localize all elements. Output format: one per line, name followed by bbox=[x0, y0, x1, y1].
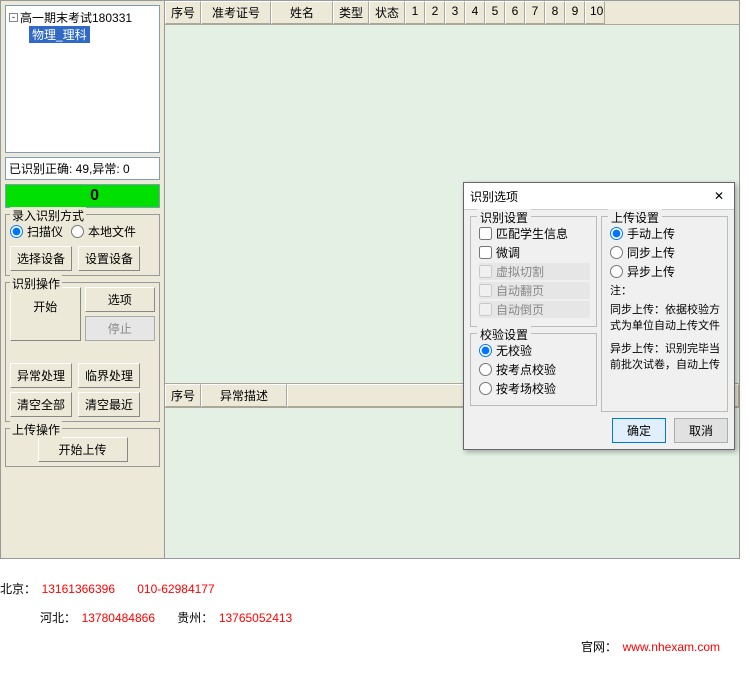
col-8[interactable]: 8 bbox=[545, 1, 565, 24]
col-5[interactable]: 5 bbox=[485, 1, 505, 24]
verify-settings-fieldset: 校验设置 无校验 按考点校验 按考场校验 bbox=[470, 333, 597, 406]
col-state[interactable]: 状态 bbox=[369, 1, 405, 24]
radio-local-file[interactable]: 本地文件 bbox=[71, 223, 136, 240]
col-seq[interactable]: 序号 bbox=[165, 1, 201, 24]
col-1[interactable]: 1 bbox=[405, 1, 425, 24]
lower-col-desc[interactable]: 异常描述 bbox=[201, 384, 287, 407]
dialog-titlebar[interactable]: 识别选项 ✕ bbox=[464, 183, 734, 210]
chk-auto-page: 自动翻页 bbox=[479, 282, 590, 299]
abnormal-handle-button[interactable]: 异常处理 bbox=[10, 363, 72, 388]
verify-settings-legend: 校验设置 bbox=[477, 326, 531, 343]
chk-match-student[interactable]: 匹配学生信息 bbox=[479, 225, 590, 242]
recognition-status: 已识别正确: 49,异常: 0 bbox=[5, 157, 160, 180]
radio-no-verify[interactable]: 无校验 bbox=[479, 342, 590, 359]
col-7[interactable]: 7 bbox=[525, 1, 545, 24]
upload-settings-legend: 上传设置 bbox=[608, 209, 662, 226]
radio-scanner[interactable]: 扫描仪 bbox=[10, 223, 63, 240]
recognition-options-dialog: 识别选项 ✕ 识别设置 匹配学生信息 微调 虚拟切割 自动翻页 自动倒页 校验设… bbox=[463, 182, 735, 450]
input-mode-legend: 录入识别方式 bbox=[10, 207, 86, 224]
chk-match-label: 匹配学生信息 bbox=[496, 225, 568, 242]
tree-root-label: 高一期末考试180331 bbox=[20, 9, 132, 26]
select-device-button[interactable]: 选择设备 bbox=[10, 246, 72, 271]
col-exam-no[interactable]: 准考证号 bbox=[201, 1, 271, 24]
upload-note-sync: 同步上传：依据校验方式为单位自动上传文件 bbox=[610, 303, 721, 334]
upload-ops-fieldset: 上传操作 开始上传 bbox=[5, 428, 160, 467]
cancel-button[interactable]: 取消 bbox=[674, 418, 728, 443]
bj-phone: 13161366396 bbox=[42, 582, 115, 596]
col-3[interactable]: 3 bbox=[445, 1, 465, 24]
contact-info: 北京： 13161366396 010-62984177 河北： 1378048… bbox=[0, 570, 750, 663]
clear-recent-button[interactable]: 清空最近 bbox=[78, 392, 140, 417]
bj-label: 北京： bbox=[0, 582, 36, 596]
input-mode-fieldset: 录入识别方式 扫描仪 本地文件 选择设备 设置设备 bbox=[5, 214, 160, 276]
tree-child-node[interactable]: 物理_理科 bbox=[29, 26, 90, 43]
setup-device-button[interactable]: 设置设备 bbox=[78, 246, 140, 271]
chk-virtual-cut: 虚拟切割 bbox=[479, 263, 590, 280]
col-9[interactable]: 9 bbox=[565, 1, 585, 24]
chk-fine-label: 微调 bbox=[496, 244, 520, 261]
radio-async-upload[interactable]: 异步上传 bbox=[610, 263, 721, 280]
gz-label: 贵州： bbox=[177, 611, 213, 625]
radio-manual-label: 手动上传 bbox=[627, 225, 675, 242]
recog-settings-fieldset: 识别设置 匹配学生信息 微调 虚拟切割 自动翻页 自动倒页 bbox=[470, 216, 597, 327]
radio-verify-point[interactable]: 按考点校验 bbox=[479, 361, 590, 378]
dialog-title-text: 识别选项 bbox=[470, 188, 518, 205]
radio-sync-upload[interactable]: 同步上传 bbox=[610, 244, 721, 261]
site-url: www.nhexam.com bbox=[623, 640, 720, 654]
tree-root-node[interactable]: - 高一期末考试180331 bbox=[9, 9, 156, 26]
recog-settings-legend: 识别设置 bbox=[477, 209, 531, 226]
exam-tree[interactable]: - 高一期末考试180331 物理_理科 bbox=[5, 5, 160, 153]
tree-expander-icon[interactable]: - bbox=[9, 13, 18, 22]
radio-async-label: 异步上传 bbox=[627, 263, 675, 280]
main-table-header: 序号 准考证号 姓名 类型 状态 1 2 3 4 5 6 7 8 9 10 bbox=[165, 1, 739, 25]
upload-note-async: 异步上传：识别完毕当前批次试卷，自动上传 bbox=[610, 342, 721, 373]
col-name[interactable]: 姓名 bbox=[271, 1, 333, 24]
chk-auto-back: 自动倒页 bbox=[479, 301, 590, 318]
chk-autoback-label: 自动倒页 bbox=[496, 301, 544, 318]
chk-fine-tune[interactable]: 微调 bbox=[479, 244, 590, 261]
chk-vcut-label: 虚拟切割 bbox=[496, 263, 544, 280]
col-6[interactable]: 6 bbox=[505, 1, 525, 24]
radio-verify-site[interactable]: 按考场校验 bbox=[479, 380, 590, 397]
radio-no-verify-label: 无校验 bbox=[496, 342, 532, 359]
critical-handle-button[interactable]: 临界处理 bbox=[78, 363, 140, 388]
bj-tel: 010-62984177 bbox=[137, 582, 214, 596]
hb-label: 河北： bbox=[40, 611, 76, 625]
ok-button[interactable]: 确定 bbox=[612, 418, 666, 443]
col-10[interactable]: 10 bbox=[585, 1, 605, 24]
upload-settings-fieldset: 上传设置 手动上传 同步上传 异步上传 注： 同步上传：依据校验方式为单位自动上… bbox=[601, 216, 728, 412]
recognition-ops-fieldset: 识别操作 开始 选项 停止 异常处理 临界处理 清空全部 清空最近 bbox=[5, 282, 160, 422]
radio-manual-upload[interactable]: 手动上传 bbox=[610, 225, 721, 242]
options-button[interactable]: 选项 bbox=[85, 287, 156, 312]
upload-note-label: 注： bbox=[610, 284, 721, 299]
col-type[interactable]: 类型 bbox=[333, 1, 369, 24]
upload-ops-legend: 上传操作 bbox=[10, 421, 62, 438]
radio-sync-label: 同步上传 bbox=[627, 244, 675, 261]
hb-phone: 13780484866 bbox=[82, 611, 155, 625]
site-label: 官网： bbox=[581, 640, 617, 654]
radio-scanner-label: 扫描仪 bbox=[27, 223, 63, 240]
gz-phone: 13765052413 bbox=[219, 611, 292, 625]
radio-site-label: 按考场校验 bbox=[496, 380, 556, 397]
counter-display: 0 bbox=[5, 184, 160, 208]
left-panel: - 高一期末考试180331 物理_理科 已识别正确: 49,异常: 0 0 录… bbox=[1, 1, 165, 558]
chk-autopage-label: 自动翻页 bbox=[496, 282, 544, 299]
start-button[interactable]: 开始 bbox=[10, 287, 81, 341]
lower-col-seq[interactable]: 序号 bbox=[165, 384, 201, 407]
radio-local-label: 本地文件 bbox=[88, 223, 136, 240]
app-window: - 高一期末考试180331 物理_理科 已识别正确: 49,异常: 0 0 录… bbox=[0, 0, 740, 559]
col-2[interactable]: 2 bbox=[425, 1, 445, 24]
clear-all-button[interactable]: 清空全部 bbox=[10, 392, 72, 417]
close-icon[interactable]: ✕ bbox=[710, 187, 728, 205]
start-upload-button[interactable]: 开始上传 bbox=[38, 437, 128, 462]
stop-button: 停止 bbox=[85, 316, 156, 341]
col-4[interactable]: 4 bbox=[465, 1, 485, 24]
recognition-ops-legend: 识别操作 bbox=[10, 275, 62, 292]
radio-point-label: 按考点校验 bbox=[496, 361, 556, 378]
